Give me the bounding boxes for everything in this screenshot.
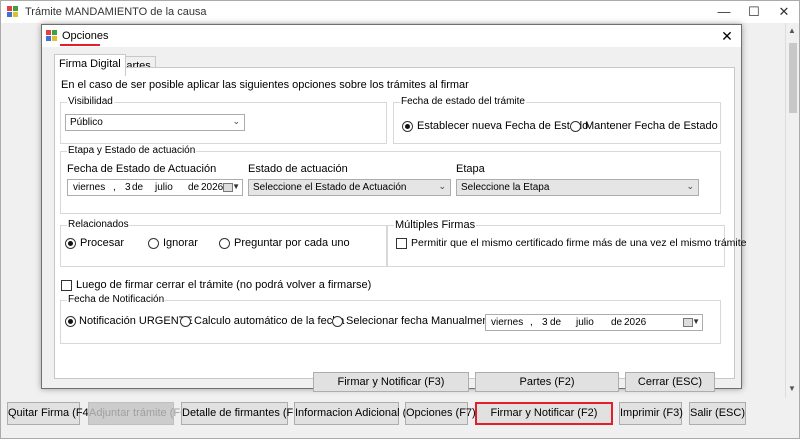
imprimir-button[interactable]: Imprimir (F3) [619,402,683,425]
scroll-thumb[interactable] [789,43,797,113]
app-icon [7,6,19,18]
close-window-button[interactable]: ✕ [769,1,799,23]
cerrar-tramite-label: Luego de firmar cerrar el trámite (no po… [76,279,372,291]
fecha-estado-actuacion-label: Fecha de Estado de Actuación [67,163,217,175]
notificacion-urgente-radio[interactable] [65,316,76,327]
dialog-close-button[interactable]: ✕ [715,25,739,47]
main-window-title: Trámite MANDAMIENTO de la causa [25,6,207,18]
etapa-value: Seleccione la Etapa [461,182,550,193]
maximize-button[interactable]: ☐ [739,1,769,23]
ignorar-radio[interactable] [148,238,159,249]
salir-button[interactable]: Salir (ESC) [689,402,746,425]
relacionados-caption: Relacionados [67,219,130,230]
minimize-button[interactable]: — [709,1,739,23]
firma-digital-panel: En el caso de ser posible aplicar las si… [54,67,747,392]
adjuntar-tramite-button[interactable]: Adjuntar trámite (F6) [88,402,190,425]
detalle-firmantes-button[interactable]: Detalle de firmantes (F10) [181,402,309,425]
informacion-adicional-button[interactable]: Informacion Adicional (F9) [294,402,423,425]
notificacion-group: Fecha de Notificación Notificación URGEN… [60,294,721,344]
firmar-notificar-main-button[interactable]: Firmar y Notificar (F2) [475,402,613,425]
intro-text: En el caso de ser posible aplicar las si… [61,79,469,91]
fecha-actuacion-date-picker[interactable]: viernes , 3 de julio de 2026 ▼ [67,179,243,196]
quitar-firma-button[interactable]: Quitar Firma (F4) [7,402,92,425]
notificacion-date-picker[interactable]: viernes , 3 de julio de 2026 ▼ [485,314,703,331]
preguntar-radio[interactable] [219,238,230,249]
vertical-scrollbar[interactable]: ▲ ▼ [785,23,799,398]
procesar-radio[interactable] [65,238,76,249]
scroll-up-icon[interactable]: ▲ [788,26,796,35]
establecer-fecha-radio[interactable] [402,121,413,132]
fecha-estado-caption: Fecha de estado del trámite [400,96,526,107]
fecha-estado-group: Fecha de estado del trámite Establecer n… [393,96,721,144]
cerrar-esc-button[interactable]: Cerrar (ESC) [625,372,715,392]
mantener-fecha-radio[interactable] [570,121,581,132]
partes-f2-button[interactable]: Partes (F2) [475,372,619,392]
dialog-title-bar: Opciones ✕ [42,25,741,47]
chevron-down-icon: ⌄ [438,181,446,191]
establecer-fecha-label: Establecer nueva Fecha de Estado [417,120,589,132]
cerrar-tramite-checkbox[interactable] [61,280,72,291]
visibilidad-select[interactable]: Público ⌄ [65,114,245,131]
firmar-notificar-f3-button[interactable]: Firmar y Notificar (F3) [313,372,469,392]
date-dropdown-icon[interactable]: ▼ [232,182,240,191]
calculo-automatico-radio[interactable] [180,316,191,327]
visibilidad-value: Público [70,117,103,128]
dialog-title: Opciones [62,30,109,42]
main-title-bar: Trámite MANDAMIENTO de la causa — ☐ ✕ [1,1,799,23]
permitir-multiples-label: Permitir que el mismo certificado firme … [411,237,747,249]
visibilidad-caption: Visibilidad [67,96,114,107]
scroll-down-icon[interactable]: ▼ [788,384,796,393]
etapa-label: Etapa [456,163,485,175]
tab-firma-digital[interactable]: Firma Digital [54,54,126,76]
etapa-estado-group: Etapa y Estado de actuación Fecha de Est… [60,145,721,214]
relacionados-group: Relacionados Procesar Ignorar Preguntar … [60,219,387,267]
etapa-estado-caption: Etapa y Estado de actuación [67,145,197,156]
multiples-firmas-caption: Múltiples Firmas [394,219,477,231]
preguntar-label: Preguntar por cada uno [234,237,350,249]
estado-actuacion-value: Seleccione el Estado de Actuación [253,182,407,193]
multiples-firmas-group: Múltiples Firmas Permitir que el mismo c… [387,219,747,267]
mantener-fecha-label: Mantener Fecha de Estado [585,120,718,132]
procesar-label: Procesar [80,237,125,249]
permitir-multiples-checkbox[interactable] [396,238,407,249]
dialog-icon [46,30,58,42]
estado-actuacion-select[interactable]: Seleccione el Estado de Actuación ⌄ [248,179,451,196]
date-dropdown-icon[interactable]: ▼ [692,317,700,326]
etapa-select[interactable]: Seleccione la Etapa ⌄ [456,179,699,196]
visibilidad-group: Visibilidad Público ⌄ [60,96,387,144]
fecha-manual-label: Selecionar fecha Manualmente [346,315,498,327]
title-underline [60,44,100,46]
ignorar-label: Ignorar [163,237,198,249]
calculo-automatico-label: Calculo automático de la fecha [194,315,345,327]
notificacion-caption: Fecha de Notificación [67,294,166,305]
opciones-button[interactable]: Opciones (F7) [405,402,476,425]
notificacion-urgente-label: Notificación URGENTE [79,315,193,327]
chevron-down-icon: ⌄ [232,116,240,126]
fecha-manual-radio[interactable] [332,316,343,327]
chevron-down-icon: ⌄ [686,181,694,191]
opciones-dialog: Opciones ✕ Firma Digital Partes En el ca… [41,24,747,392]
estado-actuacion-label: Estado de actuación [248,163,348,175]
